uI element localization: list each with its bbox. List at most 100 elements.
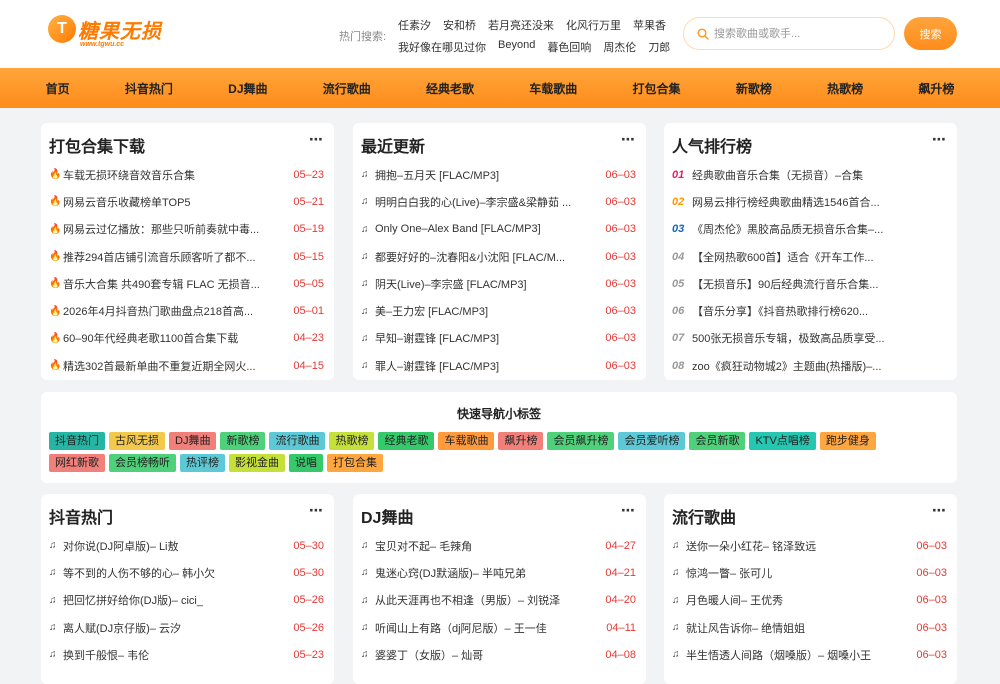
quick-nav-tag[interactable]: KTV点唱榜 (749, 432, 816, 450)
quick-nav-tag[interactable]: 经典老歌 (378, 432, 435, 450)
rank-item-title[interactable]: zoo《疯狂动物城2》主题曲(热播版)–... (692, 358, 947, 374)
list-item[interactable]: ♫ 早知–谢霆锋 [FLAC/MP3] 06–03 (361, 325, 636, 352)
quick-nav-tag[interactable]: 会员榜畅听 (109, 454, 176, 472)
more-icon[interactable]: ⋯ (309, 131, 324, 148)
list-item[interactable]: 🔥 2026年4月抖音热门歌曲盘点218首高... 05–01 (49, 297, 324, 324)
list-item-title[interactable]: 都要好好的–沈春阳&小沈阳 [FLAC/M... (375, 249, 605, 265)
list-item[interactable]: ♫ 就让风告诉你– 绝情姐姐 06–03 (672, 614, 947, 641)
list-item[interactable]: ♫ 对你说(DJ阿卓版)– Li敖 05–30 (49, 532, 324, 559)
list-item[interactable]: 🔥 车载无损环绕音效音乐合集 05–23 (49, 161, 324, 188)
quick-nav-tag[interactable]: 网红新歌 (49, 454, 105, 472)
list-item[interactable]: ♫ 送你一朵小红花– 铭泽致远 06–03 (672, 532, 947, 559)
hot-search-link[interactable]: 若月亮还没来 (488, 17, 554, 33)
list-item[interactable]: ♫ 离人赋(DJ京仔版)– 云汐 05–26 (49, 614, 324, 641)
quick-nav-tag[interactable]: 热评榜 (180, 454, 225, 472)
nav-item-new-chart[interactable]: 新歌榜 (736, 80, 772, 97)
list-item[interactable]: ♫ 美–王力宏 [FLAC/MP3] 06–03 (361, 297, 636, 324)
nav-item-hot-chart[interactable]: 热歌榜 (827, 80, 863, 97)
rank-item-title[interactable]: 500张无损音乐专辑，极致高品质享受... (692, 330, 947, 346)
list-item-title[interactable]: 从此天涯再也不相逢（男版）– 刘锐泽 (375, 592, 605, 608)
quick-nav-tag[interactable]: DJ舞曲 (169, 432, 217, 450)
site-logo[interactable]: T 糖果无损 www.tgwu.cc (46, 12, 176, 52)
list-item-title[interactable]: 早知–谢霆锋 [FLAC/MP3] (375, 330, 605, 346)
list-item-title[interactable]: 鬼迷心窍(DJ默涵版)– 半吨兄弟 (375, 565, 605, 581)
quick-nav-tag[interactable]: 热歌榜 (329, 432, 375, 450)
list-item-title[interactable]: 拥抱–五月天 [FLAC/MP3] (375, 167, 605, 183)
list-item-title[interactable]: 2026年4月抖音热门歌曲盘点218首高... (63, 303, 293, 319)
list-item[interactable]: 🔥 网易云音乐收藏榜单TOP5 05–21 (49, 188, 324, 215)
list-item-title[interactable]: 美–王力宏 [FLAC/MP3] (375, 303, 605, 319)
hot-search-link[interactable]: 暮色回响 (547, 39, 591, 55)
list-item-title[interactable]: 60–90年代经典老歌1100首合集下载 (63, 330, 293, 346)
rank-item-title[interactable]: 【全网热歌600首】适合《开车工作... (692, 249, 947, 265)
list-item[interactable]: ♫ 都要好好的–沈春阳&小沈阳 [FLAC/M... 06–03 (361, 243, 636, 270)
list-item[interactable]: 🔥 60–90年代经典老歌1100首合集下载 04–23 (49, 325, 324, 352)
rank-item[interactable]: 01 经典歌曲音乐合集（无损音）–合集 (672, 161, 947, 188)
list-item-title[interactable]: 阴天(Live)–李宗盛 [FLAC/MP3] (375, 276, 605, 292)
list-item[interactable]: ♫ 从此天涯再也不相逢（男版）– 刘锐泽 04–20 (361, 587, 636, 614)
list-item[interactable]: 🔥 网易云过亿播放：那些只听前奏就中毒... 05–19 (49, 216, 324, 243)
rank-item[interactable]: 08 zoo《疯狂动物城2》主题曲(热播版)–... (672, 352, 947, 379)
list-item[interactable]: ♫ 半生悟透人间路（烟嗓版）– 烟嗓小王 06–03 (672, 641, 947, 668)
list-item[interactable]: ♫ 把回忆拼好给你(DJ版)– cici_ 05–26 (49, 587, 324, 614)
nav-item-pop[interactable]: 流行歌曲 (323, 80, 371, 97)
more-icon[interactable]: ⋯ (621, 131, 636, 148)
list-item[interactable]: ♫ 明明白白我的心(Live)–李宗盛&梁静茹 ... 06–03 (361, 188, 636, 215)
quick-nav-tag[interactable]: 古风无损 (109, 432, 165, 450)
list-item[interactable]: ♫ 月色暖人间– 王优秀 06–03 (672, 587, 947, 614)
list-item-title[interactable]: 网易云过亿播放：那些只听前奏就中毒... (63, 221, 293, 237)
nav-item-car[interactable]: 车载歌曲 (529, 80, 577, 97)
rank-item[interactable]: 07 500张无损音乐专辑，极致高品质享受... (672, 325, 947, 352)
list-item[interactable]: ♫ 罪人–谢霆锋 [FLAC/MP3] 06–03 (361, 352, 636, 379)
list-item-title[interactable]: 半生悟透人间路（烟嗓版）– 烟嗓小王 (686, 647, 916, 663)
quick-nav-tag[interactable]: 流行歌曲 (269, 432, 326, 450)
quick-nav-tag[interactable]: 跑步健身 (819, 432, 876, 450)
rank-item-title[interactable]: 经典歌曲音乐合集（无损音）–合集 (692, 167, 947, 183)
list-item-title[interactable]: 宝贝对不起– 毛辣角 (375, 538, 605, 554)
rank-item[interactable]: 03 《周杰伦》黑胶高品质无损音乐合集–... (672, 216, 947, 243)
search-input[interactable] (714, 24, 884, 44)
list-item[interactable]: ♫ 等不到的人伤不够的心– 韩小欠 05–30 (49, 559, 324, 586)
nav-item-rising-chart[interactable]: 飙升榜 (918, 80, 954, 97)
list-item-title[interactable]: 月色暖人间– 王优秀 (686, 592, 916, 608)
hot-search-link[interactable]: 任素汐 (398, 17, 431, 33)
more-icon[interactable]: ⋯ (621, 502, 636, 519)
list-item[interactable]: ♫ 婆婆丁（女版）– 灿哥 04–08 (361, 641, 636, 668)
rank-item[interactable]: 05 【无损音乐】90后经典流行音乐合集... (672, 270, 947, 297)
rank-item-title[interactable]: 【无损音乐】90后经典流行音乐合集... (692, 276, 947, 292)
hot-search-link[interactable]: 安和桥 (443, 17, 476, 33)
rank-item-title[interactable]: 【音乐分享】《抖音热歌排行榜620... (692, 303, 947, 319)
list-item-title[interactable]: 把回忆拼好给你(DJ版)– cici_ (63, 592, 293, 608)
list-item-title[interactable]: 网易云音乐收藏榜单TOP5 (63, 194, 293, 210)
list-item[interactable]: ♫ 听闻山上有路（dj阿尼版）– 王一佳 04–11 (361, 614, 636, 641)
list-item-title[interactable]: 明明白白我的心(Live)–李宗盛&梁静茹 ... (375, 194, 605, 210)
quick-nav-tag[interactable]: 车载歌曲 (438, 432, 495, 450)
rank-item-title[interactable]: 网易云排行榜经典歌曲精选1546首合... (692, 194, 947, 210)
rank-item[interactable]: 06 【音乐分享】《抖音热歌排行榜620... (672, 297, 947, 324)
list-item-title[interactable]: 惊鸿一瞥– 张可儿 (686, 565, 916, 581)
rank-item[interactable]: 02 网易云排行榜经典歌曲精选1546首合... (672, 188, 947, 215)
list-item-title[interactable]: Only One–Alex Band [FLAC/MP3] (375, 223, 605, 235)
list-item[interactable]: ♫ Only One–Alex Band [FLAC/MP3] 06–03 (361, 216, 636, 243)
list-item[interactable]: ♫ 惊鸿一瞥– 张可儿 06–03 (672, 559, 947, 586)
search-button[interactable]: 搜索 (904, 17, 957, 50)
quick-nav-tag[interactable]: 影视金曲 (229, 454, 285, 472)
quick-nav-tag[interactable]: 会员爱听榜 (618, 432, 686, 450)
list-item[interactable]: ♫ 换到千般恨– 韦伦 05–23 (49, 641, 324, 668)
quick-nav-tag[interactable]: 抖音热门 (49, 432, 105, 450)
quick-nav-tag[interactable]: 飙升榜 (498, 432, 544, 450)
more-icon[interactable]: ⋯ (932, 502, 947, 519)
more-icon[interactable]: ⋯ (932, 131, 947, 148)
hot-search-link[interactable]: 我好像在哪见过你 (398, 39, 486, 55)
list-item[interactable]: ♫ 鬼迷心窍(DJ默涵版)– 半吨兄弟 04–21 (361, 559, 636, 586)
quick-nav-tag[interactable]: 会员飙升榜 (547, 432, 615, 450)
nav-item-classic[interactable]: 经典老歌 (426, 80, 474, 97)
quick-nav-tag[interactable]: 会员新歌 (689, 432, 746, 450)
quick-nav-tag[interactable]: 说唱 (289, 454, 323, 472)
list-item-title[interactable]: 听闻山上有路（dj阿尼版）– 王一佳 (375, 620, 606, 636)
list-item[interactable]: 🔥 音乐大合集 共490套专辑 FLAC 无损音... 05–05 (49, 270, 324, 297)
quick-nav-tag[interactable]: 新歌榜 (220, 432, 266, 450)
list-item-title[interactable]: 等不到的人伤不够的心– 韩小欠 (63, 565, 293, 581)
list-item-title[interactable]: 离人赋(DJ京仔版)– 云汐 (63, 620, 293, 636)
list-item[interactable]: 🔥 精选302首最新单曲不重复近期全网火... 04–15 (49, 352, 324, 379)
